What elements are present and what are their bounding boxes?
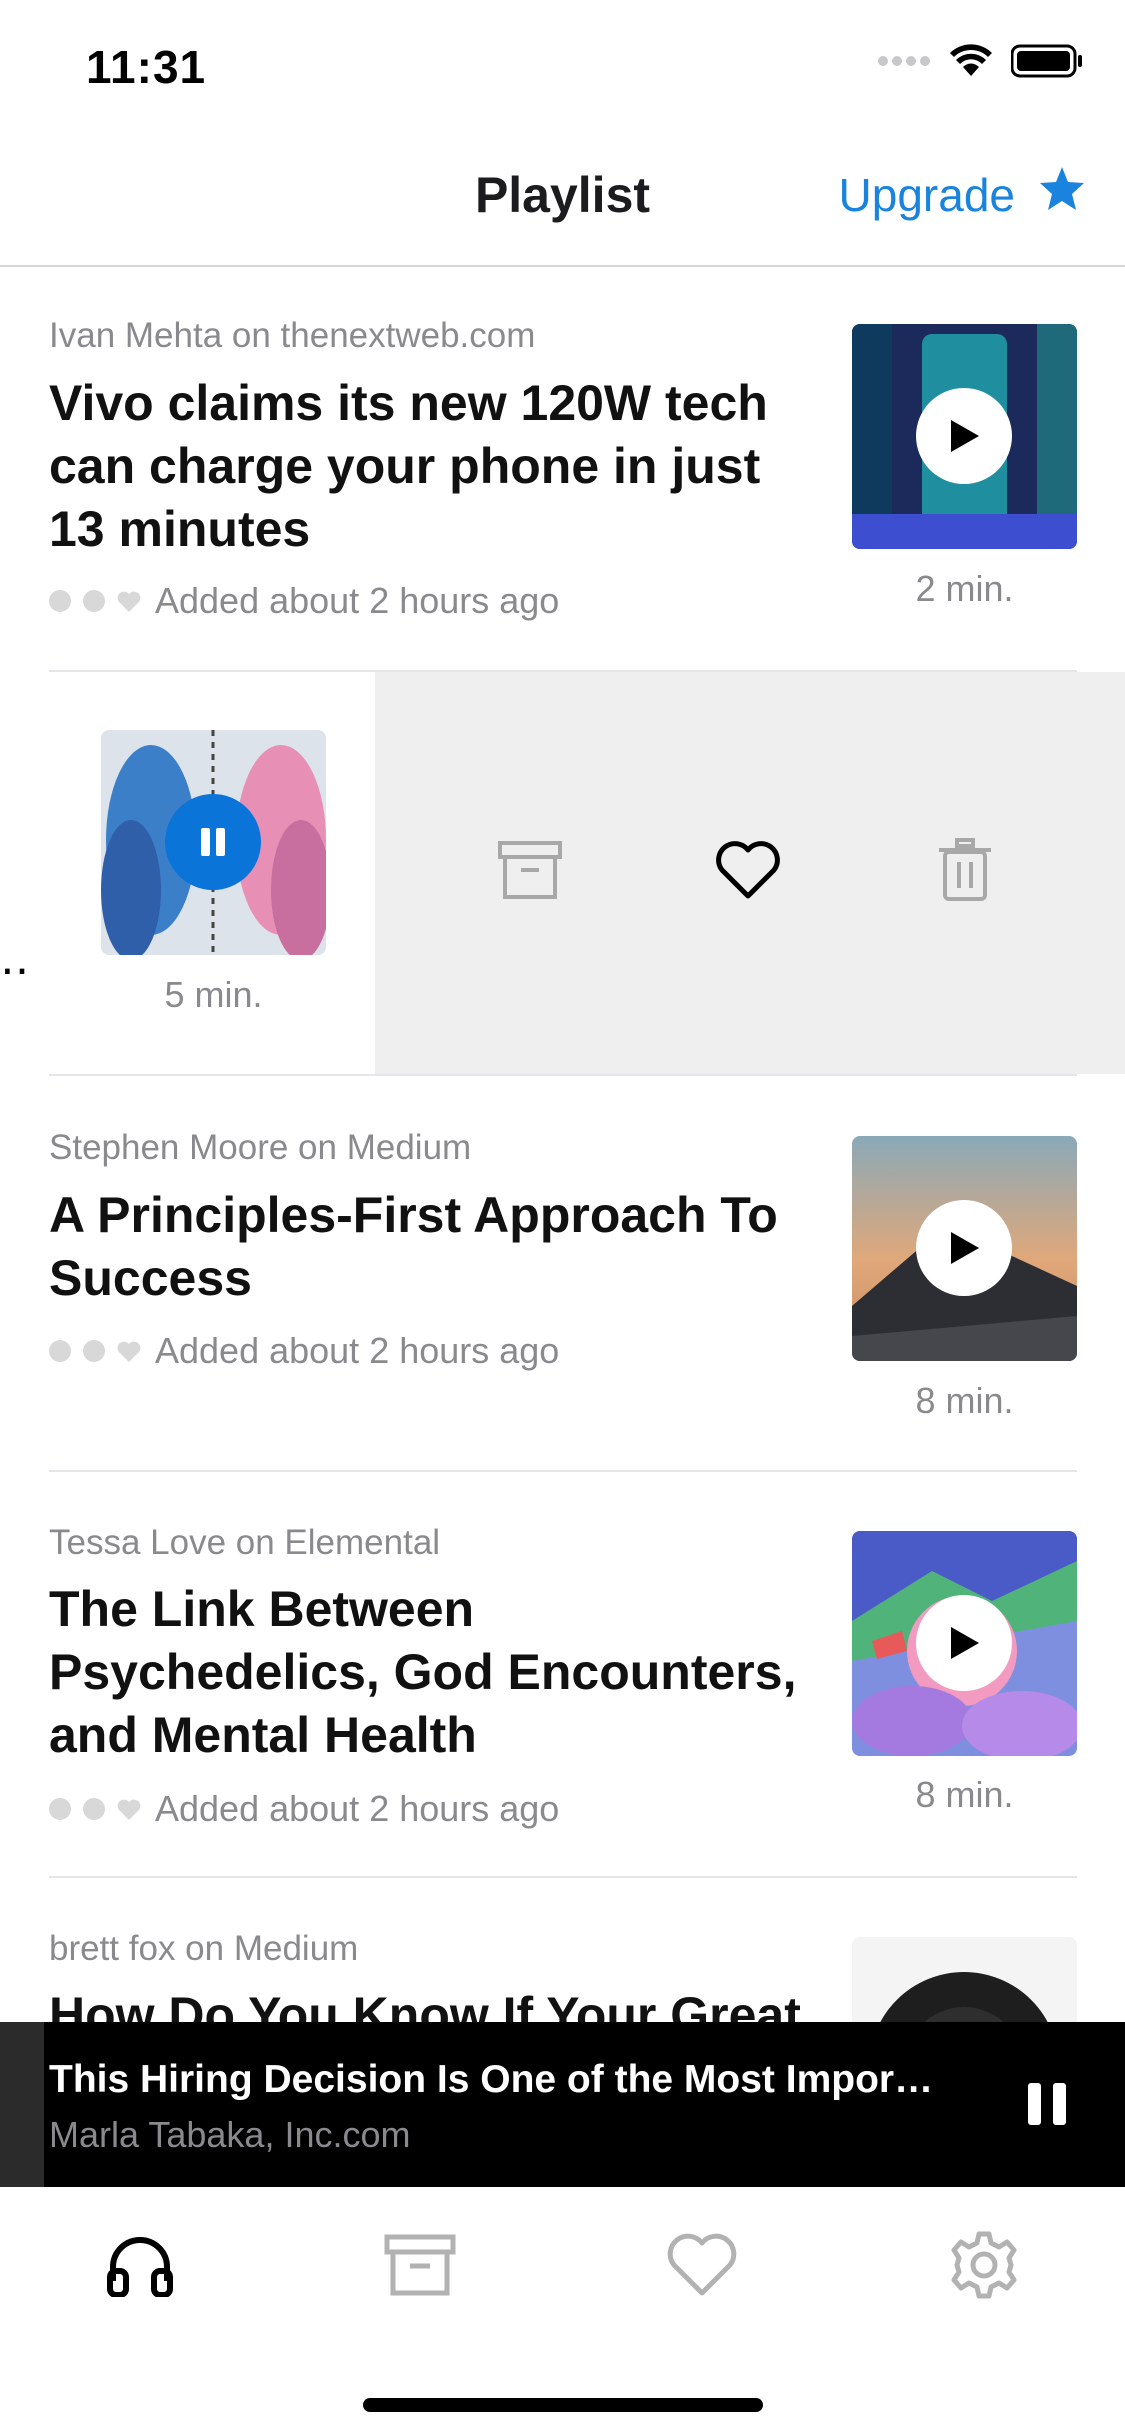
- status-dot-icon: [49, 590, 71, 612]
- wifi-icon: [949, 44, 993, 83]
- gear-icon: [948, 2229, 1020, 2306]
- heart-icon: [666, 2233, 738, 2302]
- pause-button[interactable]: [165, 794, 261, 890]
- article-source: Ivan Mehta on thenextweb.com: [49, 316, 536, 355]
- tab-favorites[interactable]: [662, 2227, 742, 2307]
- duration-label: 5 min.: [164, 974, 263, 1015]
- upgrade-button[interactable]: Upgrade: [839, 164, 1087, 225]
- duration-label: 8 min.: [915, 1774, 1014, 1815]
- swipe-actions: [375, 672, 1125, 1074]
- battery-icon: [1010, 44, 1083, 83]
- status-dot-icon: [49, 1340, 71, 1362]
- article-meta: Added about 2 hours ago: [49, 1330, 559, 1372]
- article-thumbnail[interactable]: [852, 324, 1077, 549]
- mini-player-progress: [0, 2022, 44, 2187]
- added-time: Added about 2 hours ago: [155, 1330, 560, 1371]
- article-thumbnail[interactable]: [852, 1136, 1077, 1361]
- added-time: Added about 2 hours ago: [155, 1788, 560, 1829]
- mini-player-title: This Hiring Decision Is One of the Most …: [49, 2058, 934, 2101]
- download-icon: [83, 590, 105, 612]
- tab-playlist[interactable]: [100, 2227, 180, 2307]
- more-dots-icon: ‥: [0, 935, 30, 984]
- added-time: Added about 2 hours ago: [155, 580, 560, 621]
- heart-small-icon: [117, 1330, 141, 1372]
- status-indicators: [877, 44, 1083, 83]
- mini-player[interactable]: This Hiring Decision Is One of the Most …: [0, 2022, 1125, 2187]
- article-thumbnail[interactable]: [852, 1531, 1077, 1756]
- heart-small-icon: [117, 1788, 141, 1830]
- duration-label: 8 min.: [915, 1380, 1014, 1421]
- download-icon: [83, 1340, 105, 1362]
- article-meta: Added about 2 hours ago: [49, 1788, 559, 1830]
- download-icon: [83, 1798, 105, 1820]
- mini-player-pause-button[interactable]: [1025, 2080, 1069, 2133]
- trash-icon[interactable]: [937, 838, 993, 907]
- article-source: Stephen Moore on Medium: [49, 1128, 472, 1167]
- play-button[interactable]: [916, 1200, 1012, 1296]
- status-time: 11:31: [86, 41, 207, 93]
- divider: [49, 1470, 1077, 1472]
- article-title: A Principles-First Approach To Success: [49, 1187, 778, 1306]
- divider: [49, 1876, 1077, 1878]
- upgrade-label: Upgrade: [838, 168, 1015, 221]
- heart-small-icon: [117, 580, 141, 622]
- swiped-list-item[interactable]: ‥ 5 min.: [0, 672, 375, 1074]
- mini-player-subtitle: Marla Tabaka, Inc.com: [49, 2114, 411, 2155]
- duration-label: 2 min.: [915, 568, 1014, 609]
- star-icon: [1037, 164, 1087, 225]
- tab-settings[interactable]: [944, 2227, 1024, 2307]
- article-title: The Link Between Psychedelics, God Encou…: [49, 1581, 797, 1763]
- heart-icon[interactable]: [715, 840, 781, 905]
- article-meta: Added about 2 hours ago: [49, 580, 559, 622]
- home-indicator: [363, 2398, 763, 2412]
- archive-icon[interactable]: [497, 840, 563, 905]
- article-thumbnail[interactable]: [101, 730, 326, 955]
- article-source: brett fox on Medium: [49, 1929, 359, 1968]
- nav-bar: Playlist Upgrade: [0, 150, 1125, 267]
- headphones-icon: [105, 2233, 175, 2302]
- signal-icon: [877, 54, 931, 73]
- tab-archive[interactable]: [380, 2227, 460, 2307]
- article-source: Tessa Love on Elemental: [49, 1523, 441, 1562]
- article-title: Vivo claims its new 120W tech can charge…: [49, 375, 768, 557]
- play-button[interactable]: [916, 388, 1012, 484]
- divider: [49, 1074, 1077, 1076]
- archive-icon: [384, 2234, 456, 2301]
- status-dot-icon: [49, 1798, 71, 1820]
- play-button[interactable]: [916, 1595, 1012, 1691]
